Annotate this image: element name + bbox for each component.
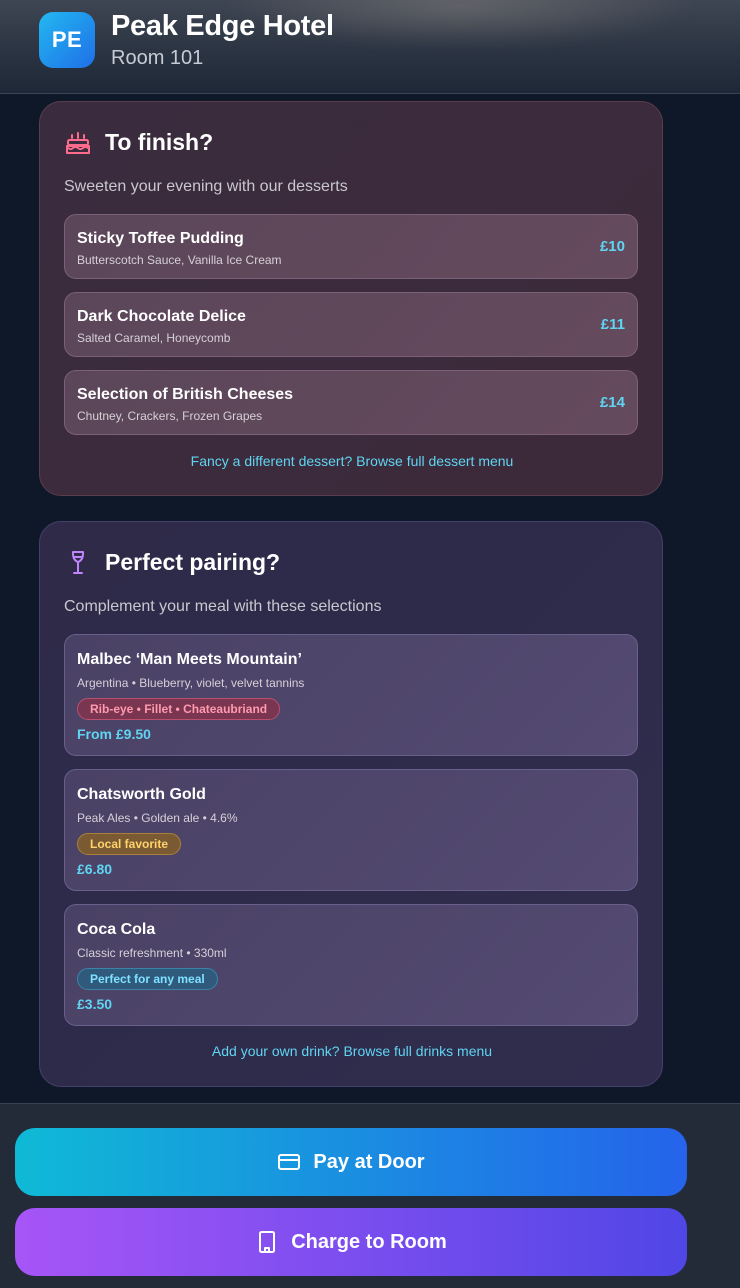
item-name: Sticky Toffee Pudding (77, 230, 244, 247)
item-name: Chatsworth Gold (77, 786, 206, 803)
browse-drinks-menu-link[interactable]: Add your own drink? Browse full drinks m… (40, 1043, 664, 1059)
dessert-item-british-cheeses[interactable]: Selection of British Cheeses Chutney, Cr… (64, 370, 638, 435)
item-name: Malbec ‘Man Meets Mountain’ (77, 651, 302, 668)
charge-to-room-label: Charge to Room (291, 1230, 447, 1253)
any-meal-badge: Perfect for any meal (77, 968, 218, 990)
hotel-name: Peak Edge Hotel (111, 10, 334, 42)
item-name: Coca Cola (77, 921, 156, 938)
dessert-item-chocolate-delice[interactable]: Dark Chocolate Delice Salted Caramel, Ho… (64, 292, 638, 357)
item-price: £14 (599, 394, 625, 411)
pay-at-door-button[interactable]: Pay at Door (15, 1128, 687, 1196)
item-price: From £9.50 (77, 726, 151, 742)
wine-glass-icon (71, 551, 85, 574)
credit-card-icon (278, 1154, 301, 1170)
pay-at-door-label: Pay at Door (313, 1150, 425, 1173)
drink-item-malbec[interactable]: Malbec ‘Man Meets Mountain’ Argentina • … (64, 634, 638, 756)
item-description: Salted Caramel, Honeycomb (77, 331, 231, 345)
drink-item-chatsworth-gold[interactable]: Chatsworth Gold Peak Ales • Golden ale •… (64, 769, 638, 891)
item-price: £3.50 (77, 996, 113, 1012)
item-description: Classic refreshment • 330ml (77, 946, 227, 960)
item-name: Selection of British Cheeses (77, 386, 294, 403)
cake-icon (66, 132, 90, 154)
item-description: Argentina • Blueberry, violet, velvet ta… (77, 676, 305, 690)
app-header: PE Peak Edge Hotel Room 101 (0, 0, 740, 94)
item-name: Dark Chocolate Delice (77, 308, 246, 325)
room-number: Room 101 (111, 47, 204, 69)
drink-item-coca-cola[interactable]: Coca Cola Classic refreshment • 330ml Pe… (64, 904, 638, 1026)
item-description: Chutney, Crackers, Frozen Grapes (77, 409, 263, 423)
pairing-title: Perfect pairing? (105, 549, 281, 575)
dessert-card: To finish? Sweeten your evening with our… (39, 101, 663, 496)
pairing-subtitle: Complement your meal with these selectio… (64, 598, 382, 615)
building-icon (259, 1231, 276, 1253)
item-description: Peak Ales • Golden ale • 4.6% (77, 811, 238, 825)
item-description: Butterscotch Sauce, Vanilla Ice Cream (77, 253, 282, 267)
item-price: £11 (600, 316, 625, 333)
charge-to-room-button[interactable]: Charge to Room (15, 1208, 687, 1276)
item-price: £6.80 (77, 861, 113, 877)
browse-dessert-menu-link[interactable]: Fancy a different dessert? Browse full d… (40, 453, 664, 469)
item-price: £10 (599, 238, 625, 255)
hotel-logo: PE (39, 12, 95, 68)
dessert-subtitle: Sweeten your evening with our desserts (64, 178, 348, 195)
pairing-badge: Rib-eye • Fillet • Chateaubriand (77, 698, 281, 720)
dessert-item-sticky-toffee[interactable]: Sticky Toffee Pudding Butterscotch Sauce… (64, 214, 638, 279)
dessert-title: To finish? (105, 129, 214, 155)
local-favorite-badge: Local favorite (77, 833, 182, 855)
pairing-card: Perfect pairing? Complement your meal wi… (39, 521, 663, 1087)
